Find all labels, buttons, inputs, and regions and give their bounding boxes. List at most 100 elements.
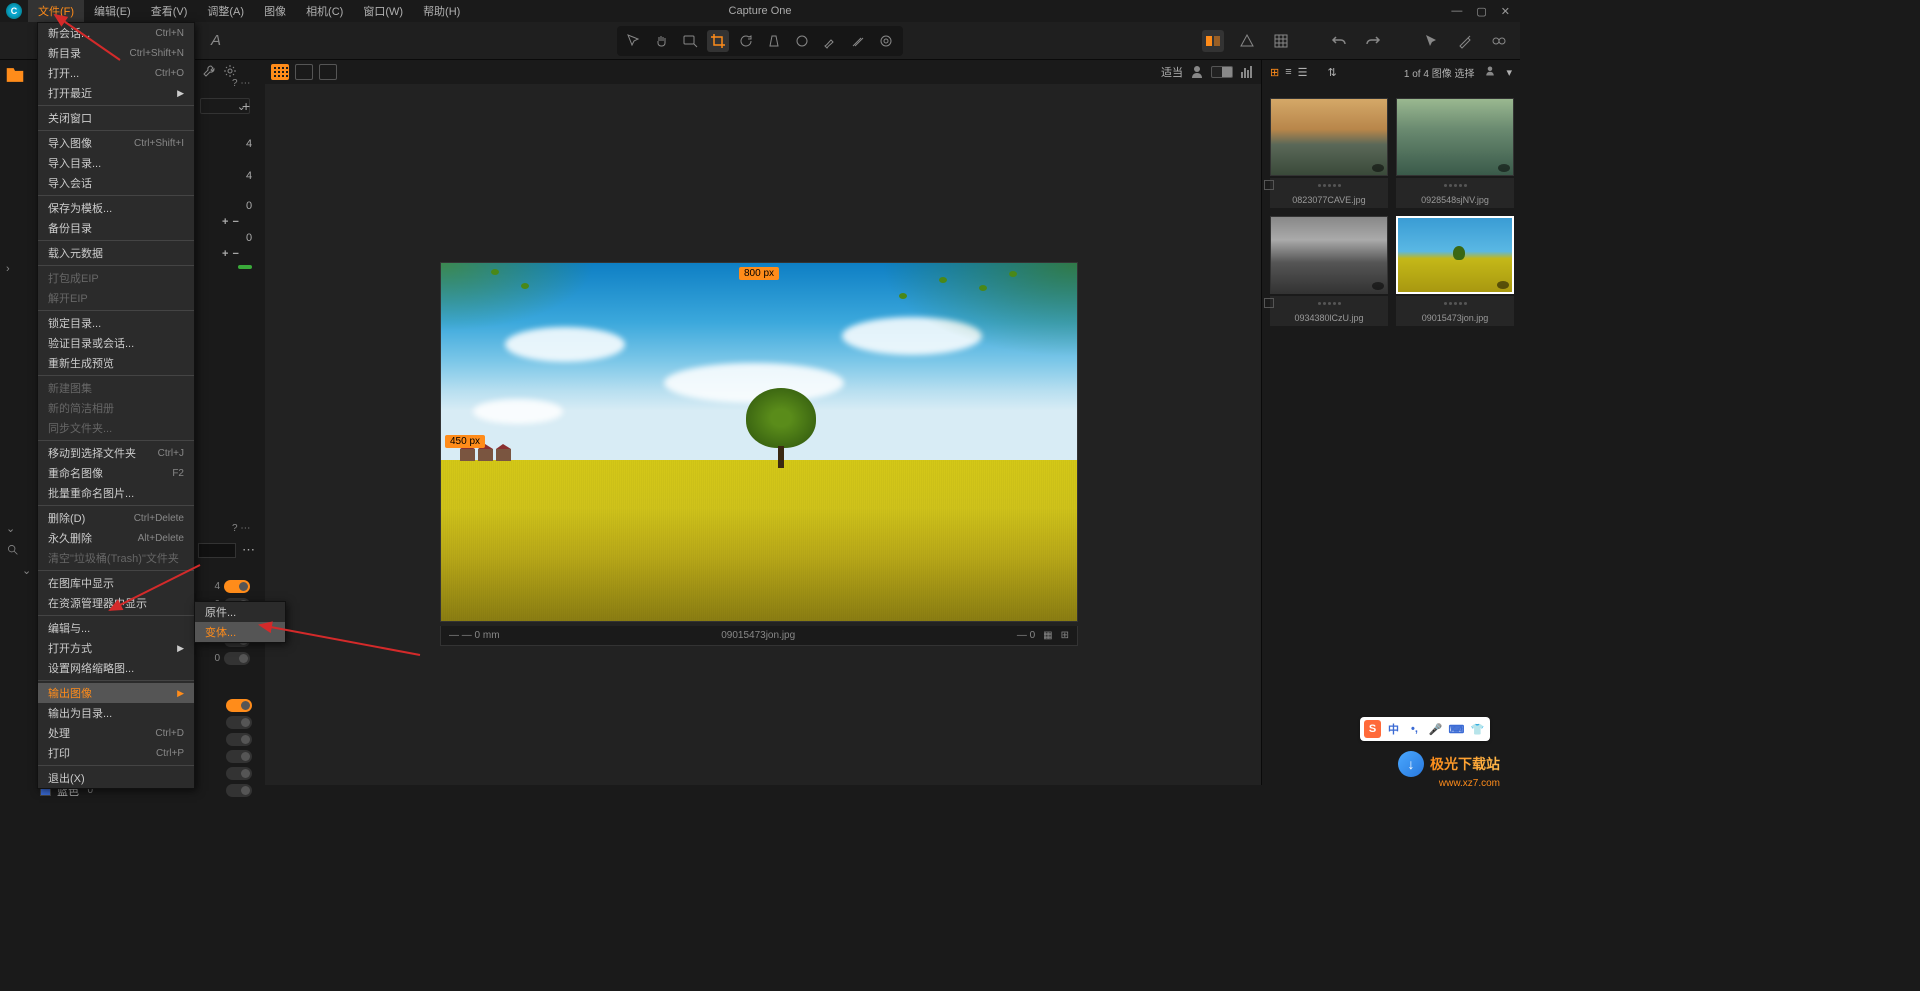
add-icon[interactable]: + xyxy=(242,98,250,114)
thumbnail[interactable]: 09015473jon.jpg xyxy=(1396,216,1514,326)
crop-tool-icon[interactable] xyxy=(707,30,729,52)
select-tool-icon[interactable] xyxy=(623,30,645,52)
menu-item[interactable]: 导入目录... xyxy=(38,153,194,173)
menu-item[interactable]: 打开...Ctrl+O xyxy=(38,63,194,83)
split-view-icon[interactable] xyxy=(319,64,337,80)
toggle-pill[interactable] xyxy=(226,733,252,746)
thumbnail[interactable]: 0934380lCzU.jpg xyxy=(1270,216,1388,326)
menu-camera[interactable]: 相机(C) xyxy=(296,0,353,22)
rotate-tool-icon[interactable] xyxy=(735,30,757,52)
menu-adjust[interactable]: 调整(A) xyxy=(197,0,254,22)
ime-toolbar[interactable]: S 中 •, 🎤 ⌨ 👕 xyxy=(1360,717,1490,741)
menu-item[interactable]: 重命名图像F2 xyxy=(38,463,194,483)
menu-item[interactable]: 处理Ctrl+D xyxy=(38,723,194,743)
link-icon[interactable] xyxy=(1488,30,1510,52)
filter-icon[interactable]: ▾ xyxy=(1506,66,1512,79)
menu-help[interactable]: 帮助(H) xyxy=(413,0,470,22)
menu-item[interactable]: 重新生成预览 xyxy=(38,353,194,373)
grid-view-icon[interactable] xyxy=(271,64,289,80)
search-field[interactable] xyxy=(198,543,236,558)
spot-tool-icon[interactable] xyxy=(791,30,813,52)
menu-item[interactable]: 载入元数据 xyxy=(38,243,194,263)
maximize-button[interactable]: ▢ xyxy=(1476,5,1486,18)
menu-item[interactable]: 关闭窗口 xyxy=(38,108,194,128)
menu-item[interactable]: 导入图像Ctrl+Shift+I xyxy=(38,133,194,153)
menu-item[interactable]: 验证目录或会话... xyxy=(38,333,194,353)
menu-item[interactable]: 新会话...Ctrl+N xyxy=(38,23,194,43)
auto-icon[interactable] xyxy=(1454,30,1476,52)
close-button[interactable]: ✕ xyxy=(1501,5,1510,18)
thumb-checkbox[interactable] xyxy=(1264,298,1274,308)
minimize-button[interactable]: — xyxy=(1451,5,1462,18)
rating-dots[interactable] xyxy=(1270,296,1388,310)
menu-item[interactable]: 输出为目录... xyxy=(38,703,194,723)
menu-item[interactable]: 永久删除Alt+Delete xyxy=(38,528,194,548)
chevron-down-icon[interactable]: ⌄ xyxy=(6,522,15,535)
rating-dots[interactable] xyxy=(1396,178,1514,192)
menu-view[interactable]: 查看(V) xyxy=(141,0,198,22)
search-icon[interactable] xyxy=(6,543,19,559)
list-icon[interactable]: ☰ xyxy=(1298,66,1308,79)
menu-item[interactable]: 退出(X) xyxy=(38,768,194,788)
ime-lang-icon[interactable]: 中 xyxy=(1385,720,1402,738)
menu-file[interactable]: 文件(F) xyxy=(28,0,84,22)
menu-edit[interactable]: 编辑(E) xyxy=(84,0,141,22)
exposure-indicator[interactable] xyxy=(1211,66,1233,78)
filmstrip-icon[interactable]: ≡ xyxy=(1285,66,1291,79)
menu-item[interactable]: 打印Ctrl+P xyxy=(38,743,194,763)
grid-icon[interactable] xyxy=(1270,30,1292,52)
menu-item[interactable]: 删除(D)Ctrl+Delete xyxy=(38,508,194,528)
add-remove-icons[interactable]: + − xyxy=(222,248,239,260)
chevron-down-icon[interactable]: ⌄ xyxy=(22,564,31,577)
menu-item[interactable]: 在资源管理器中显示 xyxy=(38,593,194,613)
wrench-icon[interactable] xyxy=(200,62,218,80)
help-icon[interactable]: ? ⋯ xyxy=(232,78,250,89)
histogram-icon[interactable] xyxy=(1239,61,1255,83)
submenu-item[interactable]: 原件... xyxy=(195,602,285,622)
undo-icon[interactable] xyxy=(1328,30,1350,52)
menu-image[interactable]: 图像 xyxy=(254,0,296,22)
cursor-icon[interactable] xyxy=(1420,30,1442,52)
gradient-tool-icon[interactable] xyxy=(847,30,869,52)
ime-keyboard-icon[interactable]: ⌨ xyxy=(1448,720,1465,738)
keystone-tool-icon[interactable] xyxy=(763,30,785,52)
toggle-pill[interactable] xyxy=(224,652,250,665)
ime-punct-icon[interactable]: •, xyxy=(1406,720,1423,738)
ime-s-icon[interactable]: S xyxy=(1364,720,1381,738)
help-icon[interactable]: ? ⋯ xyxy=(232,523,250,534)
image-preview[interactable]: 800 px 450 px xyxy=(440,262,1078,622)
menu-item[interactable]: 打开方式▶ xyxy=(38,638,194,658)
menu-item[interactable]: 新目录Ctrl+Shift+N xyxy=(38,43,194,63)
toggle-pill[interactable] xyxy=(224,580,250,593)
sort-icon[interactable]: ⇅ xyxy=(1328,66,1337,79)
warning-icon[interactable] xyxy=(1236,30,1258,52)
single-view-icon[interactable] xyxy=(295,64,313,80)
thumbnail[interactable]: 0928548sjNV.jpg xyxy=(1396,98,1514,208)
radial-tool-icon[interactable] xyxy=(875,30,897,52)
ime-skin-icon[interactable]: 👕 xyxy=(1469,720,1486,738)
person-icon[interactable] xyxy=(1189,61,1205,83)
menu-item[interactable]: 在图库中显示 xyxy=(38,573,194,593)
text-tool-icon[interactable]: A xyxy=(205,30,227,52)
thumb-checkbox[interactable] xyxy=(1264,180,1274,190)
person-icon[interactable] xyxy=(1484,65,1496,80)
thumbnail[interactable]: 0823077CAVE.jpg xyxy=(1270,98,1388,208)
menu-item[interactable]: 打开最近▶ xyxy=(38,83,194,103)
ime-mic-icon[interactable]: 🎤 xyxy=(1427,720,1444,738)
toggle-pill[interactable] xyxy=(226,750,252,763)
menu-item[interactable]: 备份目录 xyxy=(38,218,194,238)
grid-mini-icon[interactable]: ⊞ xyxy=(1061,630,1069,641)
menu-item[interactable]: 编辑与... xyxy=(38,618,194,638)
grid-view-icon[interactable]: ⊞ xyxy=(1270,66,1279,79)
chevron-right-icon[interactable]: › xyxy=(6,263,10,275)
brush-tool-icon[interactable] xyxy=(819,30,841,52)
compare-icon[interactable] xyxy=(1202,30,1224,52)
add-remove-icons[interactable]: + − xyxy=(222,216,239,228)
toggle-pill[interactable] xyxy=(226,699,252,712)
rating-dots[interactable] xyxy=(1270,178,1388,192)
menu-item[interactable]: 锁定目录... xyxy=(38,313,194,333)
toggle-pill[interactable] xyxy=(226,716,252,729)
menu-item[interactable]: 保存为模板... xyxy=(38,198,194,218)
hand-tool-icon[interactable] xyxy=(651,30,673,52)
more-icon[interactable]: ⋯ xyxy=(242,542,255,558)
